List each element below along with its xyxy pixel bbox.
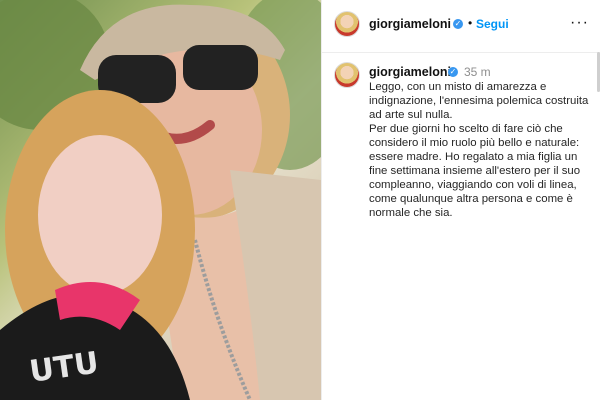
avatar[interactable]: [334, 11, 360, 37]
caption-text: Leggo, con un misto di amarezza e indign…: [369, 80, 595, 220]
follow-button[interactable]: Segui: [476, 17, 509, 31]
avatar[interactable]: [334, 62, 360, 88]
caption-paragraph: Leggo, con un misto di amarezza e indign…: [369, 81, 589, 121]
verified-badge-icon: ✓: [448, 67, 458, 77]
photo-illustration: UTU: [0, 0, 321, 400]
separator-dot: •: [468, 16, 473, 30]
post-timestamp: 35 m: [464, 65, 491, 79]
post-header: giorgiameloni ✓ • Segui ···: [322, 0, 600, 53]
header-username[interactable]: giorgiameloni: [369, 17, 451, 31]
verified-badge-icon: ✓: [453, 19, 463, 29]
caption-paragraph: Per due giorni ho scelto di fare ciò che…: [369, 123, 581, 219]
post-photo[interactable]: UTU: [0, 0, 321, 400]
more-options-icon[interactable]: ···: [570, 14, 589, 32]
post-side-panel: giorgiameloni ✓ • Segui ··· giorgiamelon…: [321, 0, 600, 400]
caption-username[interactable]: giorgiameloni: [369, 65, 451, 79]
